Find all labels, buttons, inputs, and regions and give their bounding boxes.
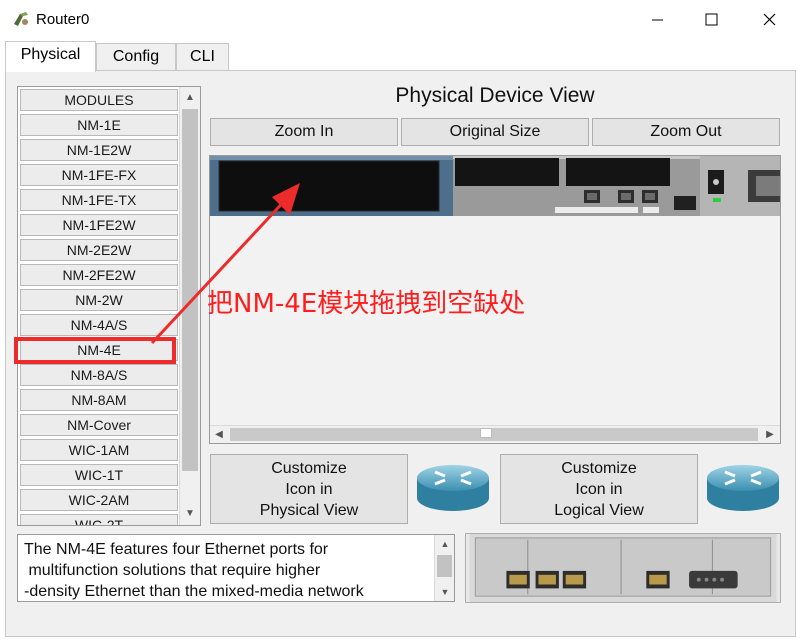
maximize-button[interactable] bbox=[688, 0, 734, 40]
viewport-scroll-thumb[interactable] bbox=[230, 428, 758, 441]
title-bar: Router0 bbox=[0, 0, 801, 40]
customize-physical-line2: Icon in bbox=[285, 481, 333, 498]
module-item-nm-cover[interactable]: NM-Cover bbox=[20, 414, 178, 436]
tab-cli[interactable]: CLI bbox=[176, 43, 229, 71]
tab-config[interactable]: Config bbox=[96, 43, 176, 71]
module-item-nm-1e2w[interactable]: NM-1E2W bbox=[20, 139, 178, 161]
tab-physical[interactable]: Physical bbox=[5, 41, 96, 72]
scroll-grip[interactable] bbox=[480, 428, 492, 438]
customize-logical-line3: Logical View bbox=[554, 502, 644, 519]
customize-physical-icon-button[interactable]: Customize Icon in Physical View bbox=[210, 454, 408, 524]
module-item-wic-1t[interactable]: WIC-1T bbox=[20, 464, 178, 486]
minimize-icon bbox=[652, 19, 663, 21]
scroll-up-icon[interactable]: ▲ bbox=[435, 535, 454, 553]
window-title: Router0 bbox=[36, 11, 90, 28]
description-scroll-thumb[interactable] bbox=[437, 555, 452, 577]
customize-physical-line1: Customize bbox=[271, 460, 347, 477]
scroll-up-icon[interactable]: ▲ bbox=[180, 89, 200, 107]
annotation-arrow bbox=[150, 183, 300, 345]
close-button[interactable] bbox=[746, 0, 792, 40]
scroll-down-icon[interactable]: ▼ bbox=[180, 505, 200, 523]
modules-header: MODULES bbox=[20, 89, 178, 111]
module-item-nm-1e[interactable]: NM-1E bbox=[20, 114, 178, 136]
module-preview-image bbox=[465, 533, 781, 603]
app-icon bbox=[14, 12, 28, 26]
annotation-text: 把NM-4E模块拖拽到空缺处 bbox=[207, 289, 526, 319]
module-item-wic-2t[interactable]: WIC-2T bbox=[20, 514, 178, 525]
module-item-nm-8am[interactable]: NM-8AM bbox=[20, 389, 178, 411]
router-icon bbox=[707, 465, 779, 511]
minimize-button[interactable] bbox=[634, 0, 680, 40]
zoom-out-button[interactable]: Zoom Out bbox=[592, 118, 780, 146]
physical-view-title: Physical Device View bbox=[395, 84, 595, 107]
scroll-right-icon[interactable]: ▶ bbox=[761, 426, 779, 443]
zoom-in-button[interactable]: Zoom In bbox=[210, 118, 398, 146]
description-scrollbar[interactable]: ▲ ▼ bbox=[434, 535, 454, 601]
customize-logical-line1: Customize bbox=[561, 460, 637, 477]
maximize-icon bbox=[705, 13, 718, 26]
viewport-horizontal-scrollbar[interactable]: ◀ ▶ bbox=[210, 425, 780, 443]
customize-logical-icon-button[interactable]: Customize Icon in Logical View bbox=[500, 454, 698, 524]
scroll-left-icon[interactable]: ◀ bbox=[210, 426, 228, 443]
customize-physical-line3: Physical View bbox=[259, 502, 359, 519]
customize-logical-line2: Icon in bbox=[575, 481, 623, 498]
router-icon bbox=[417, 465, 489, 511]
module-description-text: The NM-4E features four Ethernet ports f… bbox=[24, 541, 364, 600]
module-item-nm-8a-s[interactable]: NM-8A/S bbox=[20, 364, 178, 386]
original-size-button[interactable]: Original Size bbox=[401, 118, 589, 146]
module-description: The NM-4E features four Ethernet ports f… bbox=[17, 534, 455, 602]
close-icon bbox=[763, 13, 776, 26]
module-item-wic-1am[interactable]: WIC-1AM bbox=[20, 439, 178, 461]
scroll-down-icon[interactable]: ▼ bbox=[435, 583, 454, 601]
module-item-wic-2am[interactable]: WIC-2AM bbox=[20, 489, 178, 511]
